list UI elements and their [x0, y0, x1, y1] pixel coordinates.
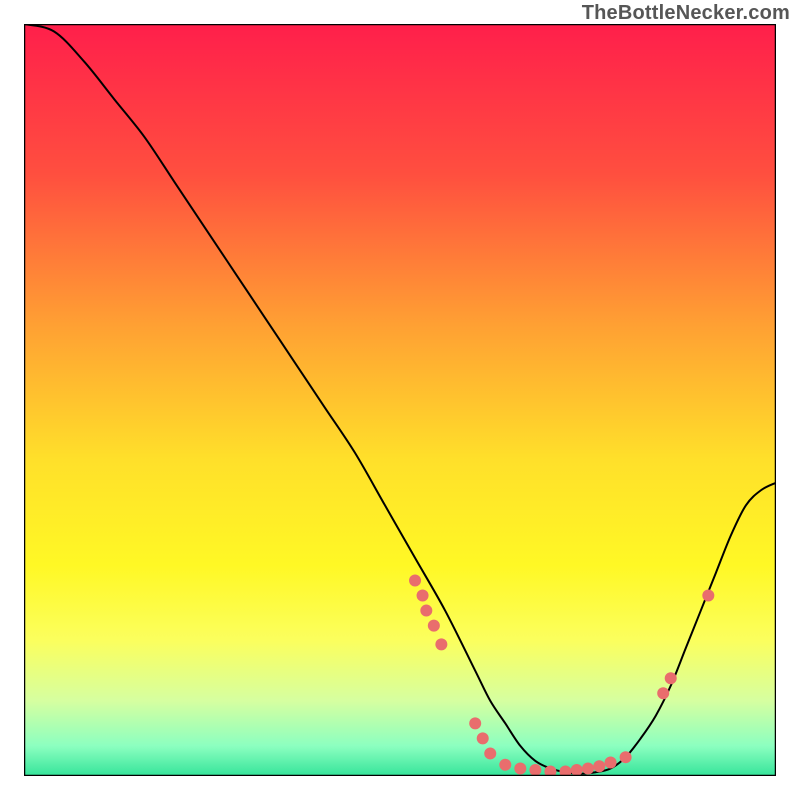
benchmark-point [665, 672, 677, 684]
benchmark-point [469, 717, 481, 729]
benchmark-point [499, 759, 511, 771]
benchmark-point [417, 590, 429, 602]
benchmark-point [420, 605, 432, 617]
benchmark-point [477, 732, 489, 744]
bottleneck-chart [24, 24, 776, 776]
benchmark-point [484, 747, 496, 759]
benchmark-point [409, 574, 421, 586]
benchmark-point [657, 687, 669, 699]
plot-frame [24, 24, 776, 776]
benchmark-point [605, 756, 617, 768]
gradient-background [24, 24, 776, 776]
benchmark-point [571, 764, 583, 776]
benchmark-point [514, 762, 526, 774]
benchmark-point [435, 638, 447, 650]
benchmark-point [702, 590, 714, 602]
benchmark-point [593, 760, 605, 772]
benchmark-point [620, 751, 632, 763]
chart-stage: TheBottleNecker.com [0, 0, 800, 800]
benchmark-point [582, 762, 594, 774]
benchmark-point [529, 764, 541, 776]
watermark-text: TheBottleNecker.com [582, 2, 790, 25]
benchmark-point [428, 620, 440, 632]
